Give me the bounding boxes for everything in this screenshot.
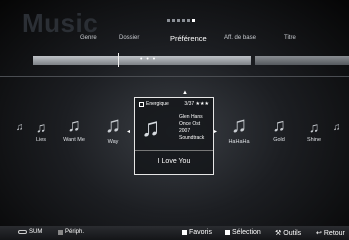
song-title: I Love You	[157, 158, 191, 165]
selection-button[interactable]: Sélection	[225, 229, 261, 236]
checkbox-icon	[139, 101, 144, 107]
tab-aff-de-base[interactable]: Aff. de base	[224, 35, 256, 41]
list-item[interactable]: ♫ Gold	[265, 116, 293, 143]
tab-dossier[interactable]: Dossier	[119, 35, 139, 41]
selection-key-icon	[225, 230, 230, 235]
music-note-icon: ♫	[35, 119, 47, 135]
browse-scrollbar-end	[255, 56, 349, 65]
bottom-help-bar: SUM Périph. Favoris Sélection ⚒ Outils ↩…	[0, 226, 349, 240]
tab-titre[interactable]: Titre	[284, 35, 296, 41]
track-label: Lies	[35, 137, 47, 143]
list-item[interactable]: ♫ HaHaHa	[222, 112, 256, 146]
sum-label: SUM	[29, 229, 43, 235]
genre: Soundtrack	[179, 135, 205, 141]
list-item[interactable]: ♫ Want Me	[60, 116, 88, 143]
track-count: 3/37 ★★★	[184, 101, 209, 107]
favorites-button[interactable]: Favoris	[182, 229, 212, 236]
music-note-icon: ♫	[141, 112, 161, 142]
track-position: 3/37	[184, 101, 195, 107]
divider	[0, 76, 349, 77]
favorites-label: Favoris	[189, 229, 212, 236]
device-label: Périph.	[65, 229, 85, 235]
music-note-icon: ♫	[308, 119, 320, 135]
track-label: Shine	[306, 137, 322, 143]
music-screen: Music Genre Dossier Préférence Aff. de b…	[0, 0, 349, 240]
right-arrow-icon[interactable]: ▸	[214, 128, 217, 135]
year: 2007	[179, 128, 191, 134]
tab-genre[interactable]: Genre	[80, 35, 97, 41]
sum-icon	[18, 230, 27, 234]
scroll-marker	[118, 53, 119, 67]
track-label: Way	[107, 139, 119, 145]
track-label: Gold	[273, 137, 285, 143]
music-note-icon: ♫	[272, 115, 286, 135]
track-meta: Glen Hans Once Ost 2007 Soundtrack	[179, 114, 204, 142]
favorites-key-icon	[182, 230, 187, 235]
album: Once Ost	[179, 121, 201, 127]
music-note-icon: ♫	[333, 122, 341, 133]
return-button[interactable]: ↩ Retour	[316, 229, 345, 238]
track-label: HaHaHa	[228, 139, 250, 145]
music-note-icon: ♫	[67, 115, 81, 135]
device-button[interactable]: Périph.	[58, 229, 84, 235]
rating-stars: ★★★	[195, 101, 209, 107]
return-icon: ↩	[316, 230, 322, 237]
music-note-icon: ♫	[16, 122, 24, 133]
category-name: Energique	[146, 101, 169, 107]
card-divider	[135, 150, 213, 151]
category-label: Energique	[139, 101, 169, 107]
track-label: Want Me	[63, 137, 85, 143]
page-indicator	[167, 19, 195, 22]
music-note-icon: ♫	[104, 112, 122, 137]
scroll-dots: • • •	[140, 56, 157, 63]
list-item[interactable]: ♫	[333, 123, 341, 133]
music-note-icon: ♫	[230, 112, 248, 137]
left-arrow-icon[interactable]: ◂	[127, 128, 130, 135]
device-icon	[58, 229, 63, 235]
list-item[interactable]: ♫	[16, 123, 24, 133]
list-item[interactable]: ♫ Way	[98, 112, 128, 146]
tools-icon: ⚒	[275, 230, 282, 237]
return-label: Retour	[323, 229, 345, 237]
sum-indicator: SUM	[18, 229, 42, 235]
selection-label: Sélection	[232, 229, 261, 236]
tools-button[interactable]: ⚒ Outils	[275, 229, 302, 238]
list-item[interactable]: ♫ Shine	[301, 120, 327, 143]
sort-tabs: Genre Dossier Préférence Aff. de base Ti…	[0, 34, 349, 47]
up-arrow-icon[interactable]: ▲	[182, 90, 188, 96]
tab-preference[interactable]: Préférence	[170, 34, 207, 43]
list-item[interactable]: ♫ Lies	[30, 120, 52, 143]
artist: Glen Hans	[179, 114, 203, 120]
focused-track-card[interactable]: Energique 3/37 ★★★ ♫ Glen Hans Once Ost …	[134, 97, 214, 175]
tools-label: Outils	[283, 229, 302, 237]
